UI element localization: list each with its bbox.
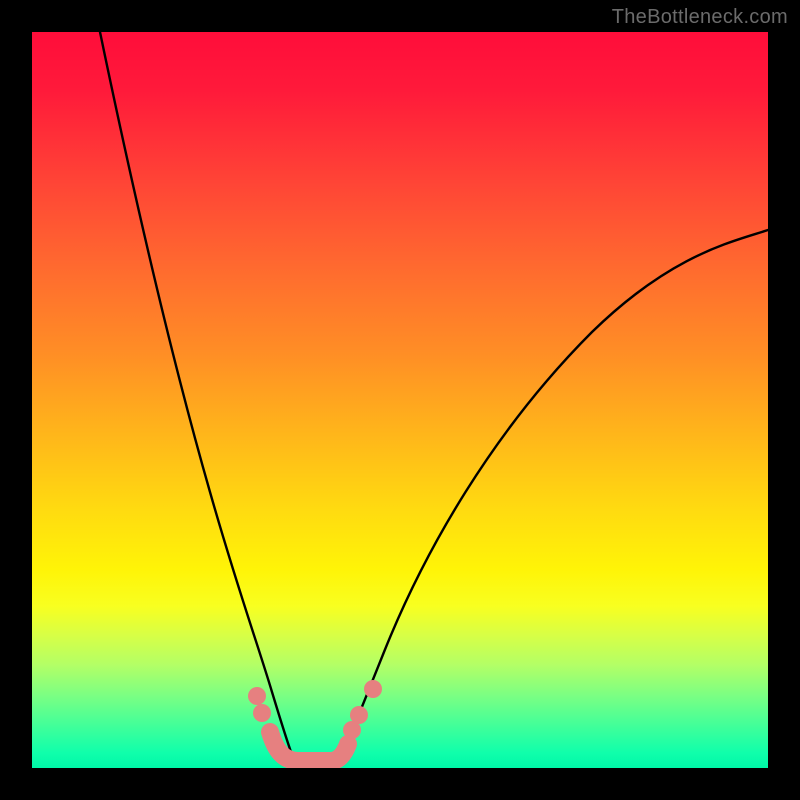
plot-area bbox=[32, 32, 768, 768]
curve-overlay bbox=[32, 32, 768, 768]
left-curve bbox=[100, 32, 294, 760]
chart-frame: TheBottleneck.com bbox=[0, 0, 800, 800]
salmon-bead-left-1 bbox=[248, 687, 266, 705]
right-curve bbox=[340, 230, 768, 760]
salmon-bottom-bar bbox=[270, 732, 348, 761]
salmon-bead-right-2 bbox=[350, 706, 368, 724]
salmon-bead-right-1 bbox=[343, 721, 361, 739]
salmon-bead-right-3 bbox=[364, 680, 382, 698]
salmon-bead-left-2 bbox=[253, 704, 271, 722]
watermark-text: TheBottleneck.com bbox=[612, 6, 788, 29]
